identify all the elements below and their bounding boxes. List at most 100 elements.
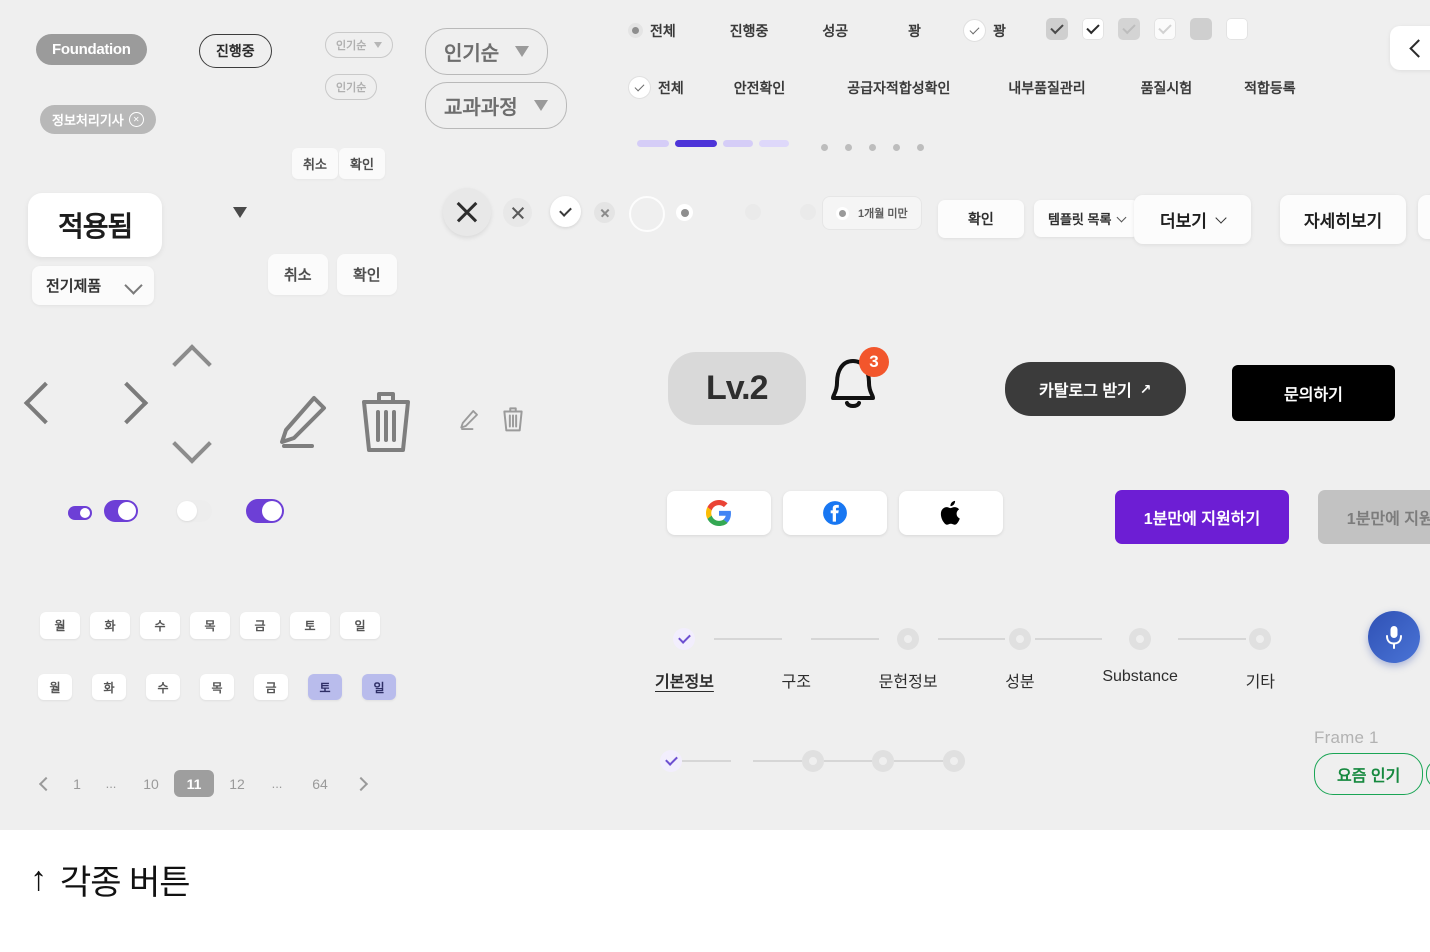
progress-segment-2[interactable] xyxy=(723,140,753,147)
stepper-step-1[interactable] xyxy=(731,750,753,772)
stepper-step-0[interactable] xyxy=(660,750,682,772)
pagination-page-11[interactable]: 11 xyxy=(174,770,214,797)
more-button[interactable]: 더보기 xyxy=(1134,195,1251,244)
confirm-button-small[interactable]: 확인 xyxy=(339,148,385,179)
pagination-prev[interactable] xyxy=(32,776,60,791)
cert-option-4[interactable]: 품질시험 xyxy=(1141,78,1193,98)
stepper-step-2[interactable] xyxy=(801,750,824,772)
progress-outline-chip[interactable]: 진행중 xyxy=(199,34,272,68)
up-arrow-button[interactable] xyxy=(172,344,212,384)
checkbox-checked-white[interactable] xyxy=(1082,18,1104,40)
carousel-dot-1[interactable] xyxy=(845,144,852,151)
stepper-step-5[interactable]: 기타 xyxy=(1246,628,1275,692)
pagination-next[interactable] xyxy=(346,776,376,791)
confirm-button-inline[interactable]: 확인 xyxy=(938,200,1024,238)
applied-select[interactable]: 적용됨 xyxy=(28,193,163,257)
cert-option-2[interactable]: 공급자적합성확인 xyxy=(847,78,950,98)
stepper-step-3[interactable]: 성분 xyxy=(1005,628,1035,692)
pagination-page-10[interactable]: 10 xyxy=(128,776,174,792)
radio-option-checked[interactable]: 꽝 xyxy=(963,19,1006,42)
confirm-button-large[interactable]: 확인 xyxy=(337,254,397,295)
day-chip-selectable-화[interactable]: 화 xyxy=(92,674,126,700)
delete-button-large[interactable] xyxy=(358,388,414,459)
stepper-step-4[interactable]: Substance xyxy=(1102,628,1178,686)
sort-chip-plain[interactable]: 인기순 xyxy=(325,74,378,100)
curriculum-dropdown-large[interactable]: 교과과정 xyxy=(425,82,567,129)
pagination-page-12[interactable]: 12 xyxy=(214,776,260,792)
day-chip-일[interactable]: 일 xyxy=(340,612,380,639)
toggle-plain-off[interactable] xyxy=(176,500,212,522)
catalog-button[interactable]: 카탈로그 받기 ↗ xyxy=(1005,362,1186,416)
radio-dot-icon[interactable] xyxy=(676,204,693,221)
detail-button[interactable]: 자세히보기 xyxy=(1280,195,1407,244)
day-chip-월[interactable]: 월 xyxy=(40,612,80,639)
cert-option-1[interactable]: 안전확인 xyxy=(734,78,786,98)
carousel-dots[interactable] xyxy=(821,144,924,151)
side-panel-collapse-button[interactable] xyxy=(1390,26,1430,70)
apple-login-button[interactable] xyxy=(899,491,1003,535)
toggle-tiny-on[interactable] xyxy=(68,506,92,520)
stepper-step-2[interactable]: 문헌정보 xyxy=(879,628,938,692)
contact-button[interactable]: 문의하기 xyxy=(1232,365,1395,421)
close-button-large[interactable] xyxy=(443,188,491,236)
close-circle-icon[interactable]: ✕ xyxy=(128,112,144,127)
popular-button-overflow[interactable] xyxy=(1426,760,1430,788)
detail-button-overflow[interactable] xyxy=(1418,195,1430,239)
voice-input-button[interactable] xyxy=(1368,611,1420,663)
popular-button[interactable]: 요즘 인기 xyxy=(1314,753,1424,795)
stepper-step-3[interactable] xyxy=(872,750,895,772)
down-arrow-button[interactable] xyxy=(172,424,212,464)
progress-segment-3[interactable] xyxy=(759,140,789,147)
radio-option-1[interactable]: 진행중 xyxy=(730,21,769,41)
progress-segment-1[interactable] xyxy=(675,140,717,147)
day-chip-목[interactable]: 목 xyxy=(190,612,230,639)
checkbox-checked-disabled-white[interactable] xyxy=(1154,18,1176,40)
carousel-dot-2[interactable] xyxy=(869,144,876,151)
cert-option-3[interactable]: 내부품질관리 xyxy=(1008,78,1085,98)
checkbox-unchecked-filled[interactable] xyxy=(1190,18,1212,40)
day-chip-selectable-토[interactable]: 토 xyxy=(308,674,342,700)
toggle-medium-on[interactable] xyxy=(246,499,284,523)
pagination-page-1[interactable]: 1 xyxy=(60,776,94,792)
day-chip-금[interactable]: 금 xyxy=(240,612,280,639)
next-arrow-button[interactable] xyxy=(105,381,149,425)
day-chip-화[interactable]: 화 xyxy=(90,612,130,639)
applied-select-caret[interactable] xyxy=(233,205,247,223)
day-chip-selectable-수[interactable]: 수 xyxy=(146,674,180,700)
notification-bell[interactable]: 3 xyxy=(824,347,889,414)
edit-button-small[interactable] xyxy=(456,408,480,437)
sort-dropdown-large[interactable]: 인기순 xyxy=(425,28,549,75)
period-filter-chip[interactable]: 1개월 미만 xyxy=(822,196,922,230)
stepper-step-4[interactable] xyxy=(943,750,965,772)
stepper-step-1[interactable]: 구조 xyxy=(782,628,811,692)
edit-button-large[interactable] xyxy=(268,390,332,459)
cert-option-0[interactable]: 전체 xyxy=(628,76,684,99)
empty-circle-icon[interactable] xyxy=(629,196,665,232)
confirm-circle-button[interactable] xyxy=(550,196,581,227)
carousel-dot-4[interactable] xyxy=(917,144,924,151)
checkbox-unchecked-white[interactable] xyxy=(1226,18,1248,40)
cert-option-5[interactable]: 적합등록 xyxy=(1244,78,1296,98)
apply-button-primary[interactable]: 1분만에 지원하기 xyxy=(1115,490,1289,544)
cancel-button-large[interactable]: 취소 xyxy=(268,254,328,295)
radio-option-3[interactable]: 꽝 xyxy=(908,21,921,41)
carousel-dot-0[interactable] xyxy=(821,144,828,151)
radio-option-2[interactable]: 성공 xyxy=(822,21,848,41)
day-chip-토[interactable]: 토 xyxy=(290,612,330,639)
cancel-button-small[interactable]: 취소 xyxy=(292,148,338,179)
day-chip-selectable-목[interactable]: 목 xyxy=(200,674,234,700)
template-list-dropdown[interactable]: 템플릿 목록 xyxy=(1034,200,1140,237)
carousel-dot-3[interactable] xyxy=(893,144,900,151)
close-button-medium[interactable] xyxy=(503,198,532,227)
progress-segment-0[interactable] xyxy=(637,140,669,147)
foundation-chip[interactable]: Foundation xyxy=(36,34,147,65)
day-chip-selectable-월[interactable]: 월 xyxy=(38,674,72,700)
pagination-page-64[interactable]: 64 xyxy=(294,776,346,792)
category-select[interactable]: 전기제품 xyxy=(32,266,155,305)
radio-option-0[interactable]: 전체 xyxy=(628,21,676,41)
day-chip-selectable-금[interactable]: 금 xyxy=(254,674,288,700)
sort-chip-small[interactable]: 인기순 xyxy=(325,32,394,58)
facebook-login-button[interactable] xyxy=(783,491,887,535)
day-chip-수[interactable]: 수 xyxy=(140,612,180,639)
toggle-small-on[interactable] xyxy=(104,500,138,522)
